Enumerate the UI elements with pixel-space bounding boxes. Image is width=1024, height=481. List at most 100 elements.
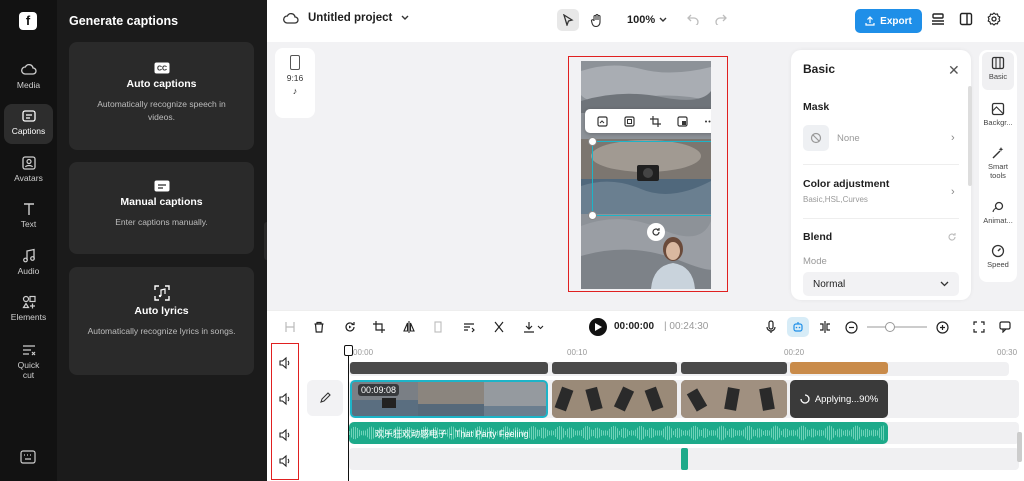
fullscreen-icon[interactable]	[971, 319, 987, 335]
chevron-right-icon[interactable]: ›	[951, 132, 955, 144]
microphone-icon[interactable]	[763, 319, 779, 335]
playhead-line[interactable]	[348, 346, 349, 481]
auto-lyrics-card[interactable]: Auto lyrics Automatically recognize lyri…	[69, 267, 254, 375]
timeline-zoom-knob[interactable]	[885, 322, 895, 332]
edit-cover-button[interactable]	[307, 380, 343, 416]
replace-media-icon[interactable]	[597, 115, 608, 127]
zoom-out-icon[interactable]	[843, 319, 859, 335]
volume-icon[interactable]	[278, 454, 292, 468]
rail-item-quick-cut[interactable]: Quick cut	[4, 338, 53, 386]
card-title: Auto captions	[126, 78, 197, 90]
rail-item-captions[interactable]: Captions	[4, 104, 53, 144]
rr-label: Backgr...	[983, 118, 1013, 127]
blend-mode-select[interactable]: Normal	[803, 272, 959, 296]
robot-icon	[793, 322, 803, 332]
crop-icon[interactable]	[650, 115, 662, 127]
undo-icon[interactable]	[687, 13, 699, 25]
music-icon	[22, 248, 35, 263]
time-ruler[interactable]: 00:00 00:10 00:20 00:30	[349, 346, 1024, 360]
resize-handle-bl[interactable]	[588, 211, 597, 220]
video-clip-selected[interactable]: 00:09:08	[350, 380, 548, 418]
audio-clip[interactable]: 欢乐狂欢动感电子 - That Party Feeling	[349, 422, 888, 444]
history-controls	[687, 13, 727, 25]
rail-label: Quick cut	[17, 360, 40, 380]
layers-icon[interactable]	[931, 12, 945, 26]
overlay-clip[interactable]	[350, 362, 548, 374]
settings-gear-icon[interactable]	[987, 12, 1001, 26]
fit-icon[interactable]	[624, 115, 635, 127]
rotate-button[interactable]	[647, 223, 665, 241]
close-icon[interactable]: ✕	[948, 62, 960, 79]
redo-icon[interactable]	[715, 13, 727, 25]
zoom-dropdown[interactable]: 100%	[627, 14, 667, 26]
project-name: Untitled project	[308, 12, 393, 24]
manual-captions-card[interactable]: Manual captions Enter captions manually.	[69, 162, 254, 254]
rail-item-media[interactable]: Media	[4, 58, 53, 98]
split-icon[interactable]	[282, 319, 298, 335]
timeline-toolbar: 00:00:00 | 00:24:30	[267, 310, 1024, 342]
quick-cut-icon	[22, 345, 35, 356]
svg-text:CC: CC	[156, 66, 166, 73]
divider	[803, 218, 959, 219]
crop-icon[interactable]	[371, 319, 387, 335]
play-button[interactable]	[589, 318, 607, 336]
rail-item-avatars[interactable]: Avatars	[4, 151, 53, 191]
mode-label: Mode	[803, 256, 827, 267]
rr-smart-tools[interactable]: Smart tools	[982, 142, 1014, 180]
volume-icon[interactable]	[278, 392, 292, 406]
small-audio-clip[interactable]	[681, 448, 688, 470]
more-icon[interactable]	[704, 116, 711, 127]
divider	[803, 164, 959, 165]
captions-icon	[21, 110, 36, 122]
keyboard-shortcuts-icon[interactable]	[20, 450, 36, 464]
comment-icon[interactable]	[997, 319, 1013, 335]
picture-in-picture-icon[interactable]	[677, 115, 688, 127]
video-clip[interactable]	[552, 380, 677, 418]
ai-assistant-button[interactable]	[787, 317, 809, 337]
captions-edit-icon[interactable]	[461, 319, 477, 335]
export-button[interactable]: Export	[855, 9, 922, 33]
select-tool-button[interactable]	[557, 9, 579, 31]
aspect-ratio-card[interactable]: 9:16 ♪	[275, 48, 315, 118]
panel-title: Generate captions	[69, 14, 179, 28]
rail-item-elements[interactable]: Elements	[4, 290, 53, 330]
reset-icon[interactable]	[947, 232, 957, 242]
timeline-zoom-slider[interactable]	[867, 326, 927, 328]
chevron-right-icon[interactable]: ›	[951, 186, 955, 198]
timeline-scrollbar[interactable]	[1017, 432, 1022, 462]
rail-item-text[interactable]: Text	[4, 197, 53, 237]
layout-icon[interactable]	[959, 12, 973, 26]
mask-selector[interactable]: None	[803, 125, 860, 151]
freeze-icon[interactable]	[430, 319, 446, 335]
volume-icon[interactable]	[278, 428, 292, 442]
video-clip[interactable]	[681, 380, 787, 418]
volume-icon[interactable]	[278, 356, 292, 370]
delete-icon[interactable]	[311, 319, 327, 335]
rr-background[interactable]: Backgr...	[982, 98, 1014, 127]
replay-icon[interactable]	[342, 319, 358, 335]
auto-captions-card[interactable]: CC Auto captions Automatically recognize…	[69, 42, 254, 150]
resize-handle-tl[interactable]	[588, 137, 597, 146]
selected-element-box[interactable]	[588, 137, 711, 220]
rail-item-audio[interactable]: Audio	[4, 244, 53, 284]
overlay-clip[interactable]	[552, 362, 677, 374]
flip-icon[interactable]	[401, 319, 417, 335]
applying-status-clip: Applying...90%	[790, 380, 888, 418]
rr-animation[interactable]: Animat...	[982, 196, 1014, 225]
rr-basic[interactable]: Basic	[982, 52, 1014, 90]
overlay-clip[interactable]	[681, 362, 787, 374]
rr-label: Basic	[988, 72, 1008, 81]
rr-label: Animat...	[983, 216, 1013, 225]
hand-tool-button[interactable]	[585, 9, 607, 31]
split-at-playhead-icon[interactable]	[817, 319, 833, 335]
project-title-area[interactable]: Untitled project	[283, 12, 409, 24]
download-dropdown[interactable]	[521, 319, 547, 335]
zoom-in-icon[interactable]	[934, 319, 950, 335]
trim-icon[interactable]	[491, 319, 507, 335]
props-scrollbar[interactable]	[968, 86, 972, 186]
rr-speed[interactable]: Speed	[982, 240, 1014, 269]
playhead-handle[interactable]	[344, 345, 353, 356]
app-logo[interactable]: f	[19, 12, 37, 30]
overlay-clip[interactable]	[790, 362, 888, 374]
video-preview[interactable]	[581, 61, 711, 289]
